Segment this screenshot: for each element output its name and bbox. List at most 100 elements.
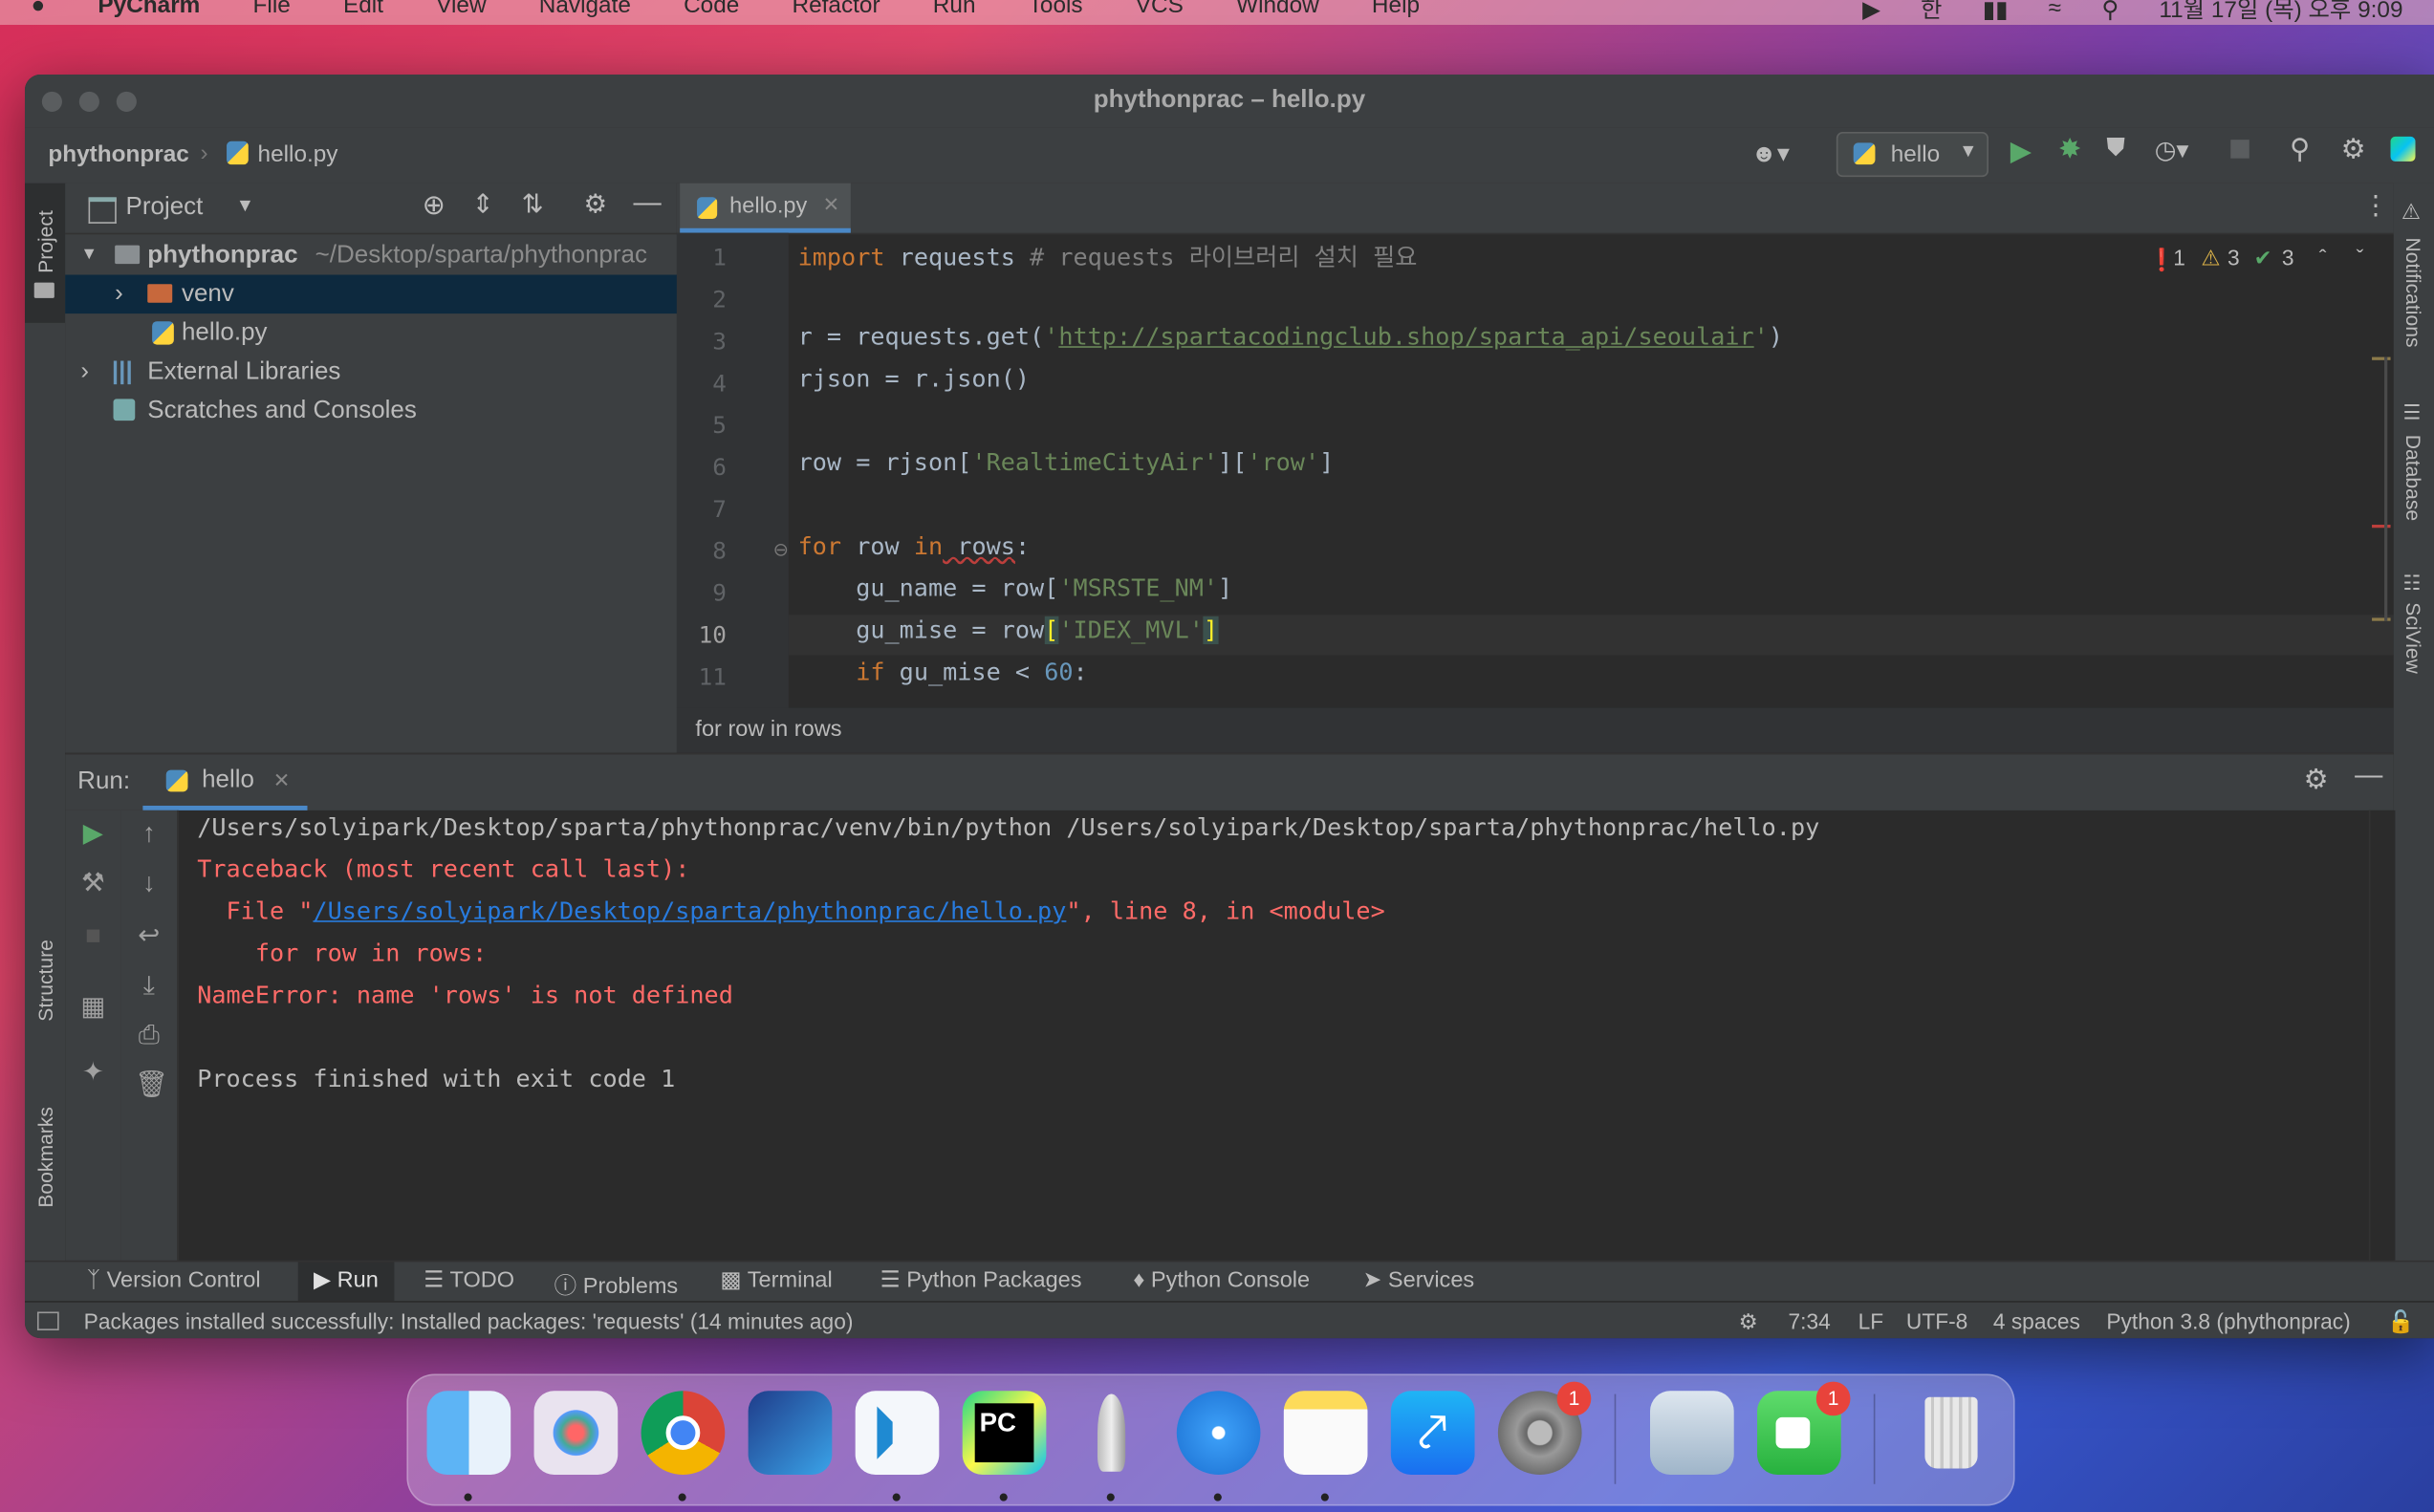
scroll-to-end-icon[interactable]: ⤓: [135, 971, 163, 1000]
wifi-icon[interactable]: ≈: [2049, 0, 2061, 22]
arrow-down-icon[interactable]: ↓: [135, 869, 163, 897]
tab-services[interactable]: ➤ Services: [1363, 1268, 1475, 1293]
dock-whale-icon[interactable]: [748, 1391, 833, 1476]
locate-crosshair-icon[interactable]: ⊕: [423, 189, 446, 222]
console-scrollbar[interactable]: [2368, 810, 2396, 1261]
plugin-logo-icon[interactable]: [2390, 136, 2416, 162]
nav-project[interactable]: phythonprac: [48, 141, 189, 168]
chevron-down-icon[interactable]: ▼: [236, 194, 254, 216]
input-lang-indicator[interactable]: 한: [1921, 0, 1942, 25]
code-area[interactable]: import requests # requests 라이브러리 설치 필요 r…: [677, 233, 2394, 708]
notifications-bell-icon[interactable]: ⚠: [2401, 199, 2421, 226]
close-tab-icon[interactable]: ✕: [823, 192, 840, 217]
menu-edit[interactable]: Edit: [343, 0, 383, 18]
soft-wrap-icon[interactable]: ↩: [135, 921, 163, 950]
profile-icon[interactable]: ◷▾: [2155, 135, 2189, 165]
notifications-tab-label[interactable]: Notifications: [2401, 238, 2424, 348]
battery-icon[interactable]: ▮▮: [1983, 0, 2009, 23]
run-tab-hello[interactable]: hello ✕: [142, 754, 308, 810]
database-tab-label[interactable]: Database: [2401, 435, 2424, 521]
hide-panel-icon[interactable]: —: [633, 186, 661, 219]
previous-problem-icon[interactable]: ˆ: [2319, 246, 2327, 270]
editor-scrollbar[interactable]: [2384, 356, 2388, 621]
stop-icon[interactable]: ■: [79, 921, 107, 950]
tab-python-console[interactable]: ♦ Python Console: [1133, 1268, 1310, 1293]
tree-row-venv[interactable]: › venv: [65, 274, 677, 314]
dock-rocket-icon[interactable]: [1070, 1391, 1154, 1475]
tree-row-scratches[interactable]: Scratches and Consoles: [65, 391, 677, 430]
dock-facetime-icon[interactable]: 1: [1757, 1381, 1851, 1476]
tab-run[interactable]: ▶ Run: [297, 1262, 395, 1303]
close-window-button[interactable]: [41, 91, 62, 112]
debug-bug-icon[interactable]: ✸: [2058, 134, 2082, 166]
trash-icon[interactable]: 🗑: [135, 1070, 168, 1099]
menu-code[interactable]: Code: [684, 0, 739, 18]
python-interpreter[interactable]: Python 3.8 (phythonprac): [2106, 1303, 2350, 1338]
project-panel-title[interactable]: Project: [126, 194, 204, 222]
expand-all-icon[interactable]: ⇕: [472, 189, 494, 220]
tab-terminal[interactable]: ▩ Terminal: [720, 1268, 832, 1293]
spotlight-icon[interactable]: ⚲: [2101, 0, 2119, 23]
tree-row-hello-py[interactable]: hello.py: [65, 313, 677, 353]
inspection-status-icon[interactable]: ⚙: [1739, 1303, 1758, 1338]
dock-chrome-icon[interactable]: [641, 1391, 726, 1476]
account-icon[interactable]: ☻▾: [1751, 139, 1790, 169]
dock-safari-icon[interactable]: [1176, 1391, 1261, 1476]
print-icon[interactable]: ⎙: [135, 1021, 163, 1049]
collapse-all-icon[interactable]: ⇅: [522, 189, 544, 220]
play-status-icon[interactable]: ▶: [1862, 0, 1880, 23]
nav-file[interactable]: hello.py: [258, 141, 338, 168]
hide-panel-icon[interactable]: —: [2355, 759, 2382, 791]
menu-navigate[interactable]: Navigate: [539, 0, 631, 18]
zoom-window-button[interactable]: [116, 91, 137, 112]
dock-vscode-icon[interactable]: [855, 1391, 940, 1476]
tab-python-packages[interactable]: ☰ Python Packages: [880, 1268, 1082, 1293]
dock-appstore-icon[interactable]: ⤤: [1390, 1391, 1475, 1476]
apple-icon[interactable]: ●: [31, 0, 45, 18]
file-encoding[interactable]: UTF-8: [1906, 1303, 1967, 1338]
line-separator[interactable]: LF: [1858, 1303, 1884, 1338]
caret-position[interactable]: 7:34: [1789, 1303, 1831, 1338]
rerun-icon[interactable]: ▶: [79, 819, 107, 848]
dock-notes-icon[interactable]: [1283, 1391, 1368, 1476]
tab-problems[interactable]: ⓘ Problems: [554, 1268, 679, 1301]
coverage-icon[interactable]: ⛊: [2106, 135, 2125, 162]
stop-icon[interactable]: [2230, 140, 2249, 159]
editor-tab-hello-py[interactable]: hello.py ✕: [680, 183, 851, 233]
menu-help[interactable]: Help: [1372, 0, 1420, 18]
menu-vcs[interactable]: VCS: [1136, 0, 1184, 18]
menu-view[interactable]: View: [436, 0, 486, 18]
dock-trash-icon[interactable]: [1909, 1391, 1993, 1475]
run-console-output[interactable]: /Users/solyipark/Desktop/sparta/phythonp…: [177, 810, 2394, 1261]
tree-row-external-libraries[interactable]: › ||| External Libraries: [65, 353, 677, 392]
run-config-dropdown[interactable]: hello ▼: [1836, 132, 1988, 178]
structure-tab-label[interactable]: Structure: [34, 940, 57, 1022]
layout-icon[interactable]: ▦: [79, 993, 107, 1022]
close-tab-icon[interactable]: ✕: [273, 768, 291, 793]
lock-icon[interactable]: 🔓: [2387, 1303, 2414, 1338]
tab-todo[interactable]: ☰ TODO: [424, 1268, 514, 1293]
menu-refactor[interactable]: Refactor: [793, 0, 880, 18]
gear-icon[interactable]: ⚙: [584, 189, 608, 220]
dock-system-preferences-icon[interactable]: 1: [1497, 1381, 1592, 1476]
menu-pycharm[interactable]: PyCharm: [98, 0, 200, 18]
project-tab-label[interactable]: Project: [34, 210, 57, 273]
dock-finder-icon[interactable]: [426, 1391, 511, 1476]
wrench-icon[interactable]: ⚒: [79, 869, 107, 897]
next-problem-icon[interactable]: ˇ: [2357, 246, 2364, 270]
sciview-tab-label[interactable]: SciView: [2401, 602, 2424, 674]
url-link[interactable]: http://spartacodingclub.shop/sparta_api/…: [1058, 323, 1753, 351]
search-icon[interactable]: ⚲: [2290, 134, 2310, 166]
clock[interactable]: 11월 17일 (목) 오후 9:09: [2159, 0, 2402, 25]
dock-launchpad-icon[interactable]: [533, 1391, 619, 1476]
indent-setting[interactable]: 4 spaces: [1993, 1303, 2080, 1338]
tab-version-control[interactable]: ᛉ Version Control: [87, 1268, 261, 1293]
menu-run[interactable]: Run: [933, 0, 976, 18]
toggle-tool-windows-icon[interactable]: [36, 1311, 59, 1330]
menu-file[interactable]: File: [253, 0, 291, 18]
more-options-icon[interactable]: ⋮: [2362, 191, 2389, 222]
editor-breadcrumb[interactable]: for row in rows: [695, 708, 841, 753]
settings-gear-icon[interactable]: ⚙: [2304, 764, 2329, 796]
tree-root-row[interactable]: ▼ phythonprac ~/Desktop/sparta/phythonpr…: [65, 236, 677, 275]
console-file-link[interactable]: /Users/solyipark/Desktop/sparta/phythonp…: [313, 897, 1066, 925]
